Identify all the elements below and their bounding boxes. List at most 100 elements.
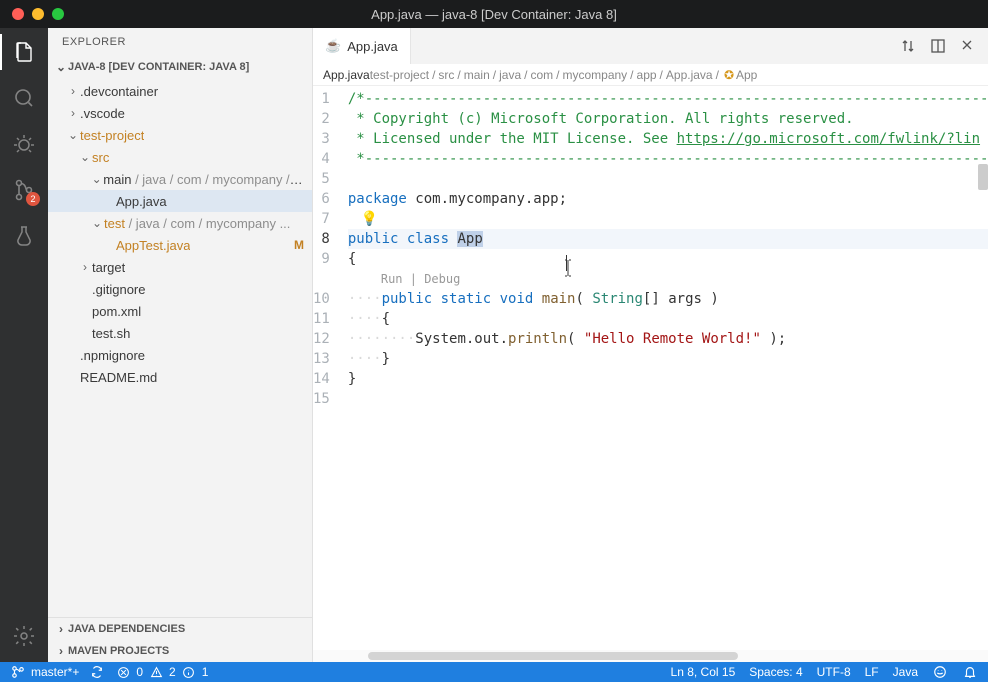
- workspace-name: JAVA-8 [DEV CONTAINER: JAVA 8]: [68, 61, 249, 73]
- tree-item[interactable]: AppTest.javaM: [48, 234, 312, 256]
- lightbulb-icon[interactable]: 💡: [361, 209, 378, 229]
- breadcrumb-item[interactable]: App.java: [323, 68, 370, 82]
- split-editor-icon[interactable]: [930, 38, 946, 54]
- search-activity-icon[interactable]: [10, 84, 38, 112]
- code-line[interactable]: package com.mycompany.app;: [348, 189, 988, 209]
- tree-item[interactable]: ›.devcontainer: [48, 80, 312, 102]
- minimize-window-button[interactable]: [32, 8, 44, 20]
- tab-app-java[interactable]: ☕ App.java: [313, 28, 411, 64]
- horizontal-scrollbar[interactable]: [313, 650, 988, 662]
- error-icon: [115, 664, 131, 680]
- tree-item[interactable]: test.sh: [48, 322, 312, 344]
- eol-status[interactable]: LF: [865, 665, 879, 679]
- editor-tabs: ☕ App.java: [313, 28, 988, 64]
- window-title: App.java — java-8 [Dev Container: Java 8…: [0, 7, 988, 22]
- breadcrumb-item[interactable]: mycompany: [562, 68, 627, 82]
- section-label: MAVEN PROJECTS: [68, 645, 169, 657]
- breadcrumb-item[interactable]: app: [637, 68, 657, 82]
- notifications-icon[interactable]: [962, 664, 978, 680]
- status-bar: master*+ 0 2 1 Ln 8, Col 15 Spaces: 4 UT…: [0, 662, 988, 682]
- scrollbar-thumb[interactable]: [978, 164, 988, 190]
- tree-item[interactable]: .gitignore: [48, 278, 312, 300]
- breadcrumb-item[interactable]: test-project: [370, 68, 429, 82]
- code-line[interactable]: ····}: [348, 349, 988, 369]
- sync-status[interactable]: [89, 664, 105, 680]
- code-editor[interactable]: 123456789 101112131415 /*---------------…: [313, 86, 988, 650]
- tree-item-label: .npmignore: [80, 348, 145, 363]
- code-line[interactable]: {: [348, 249, 988, 269]
- breadcrumb-item[interactable]: src: [438, 68, 454, 82]
- tree-item-label: target: [92, 260, 125, 275]
- close-editor-icon[interactable]: [960, 38, 974, 54]
- code-line[interactable]: ····public static void main( String[] ar…: [348, 289, 988, 309]
- sidebar-workspace-header[interactable]: ⌄ JAVA-8 [DEV CONTAINER: JAVA 8]: [48, 56, 312, 78]
- code-line[interactable]: [348, 169, 988, 189]
- explorer-activity-icon[interactable]: [10, 38, 38, 66]
- tree-item[interactable]: ⌄src: [48, 146, 312, 168]
- compare-changes-icon[interactable]: [900, 38, 916, 54]
- tree-item[interactable]: ›target: [48, 256, 312, 278]
- code-line[interactable]: *---------------------------------------…: [348, 149, 988, 169]
- chevron-right-icon: ›: [78, 260, 92, 274]
- problems-status[interactable]: 0 2 1: [115, 664, 208, 680]
- code-body[interactable]: /*--------------------------------------…: [348, 86, 988, 650]
- chevron-down-icon: ⌄: [78, 150, 92, 164]
- sync-icon: [89, 664, 105, 680]
- git-branch-status[interactable]: master*+: [10, 664, 79, 680]
- tree-item[interactable]: App.java: [48, 190, 312, 212]
- code-line[interactable]: * Licensed under the MIT License. See ht…: [348, 129, 988, 149]
- branch-icon: [10, 664, 26, 680]
- error-count: 0: [136, 665, 143, 679]
- code-line[interactable]: ····{: [348, 309, 988, 329]
- warning-count: 2: [169, 665, 176, 679]
- chevron-down-icon: ⌄: [90, 216, 104, 230]
- code-line[interactable]: ········System.out.println( "Hello Remot…: [348, 329, 988, 349]
- branch-name: master*+: [31, 665, 79, 679]
- cursor-position[interactable]: Ln 8, Col 15: [671, 665, 736, 679]
- indentation-status[interactable]: Spaces: 4: [749, 665, 802, 679]
- vertical-scrollbar[interactable]: [974, 86, 988, 650]
- chevron-down-icon: ⌄: [54, 60, 68, 74]
- breadcrumb-item[interactable]: java: [499, 68, 521, 82]
- language-mode[interactable]: Java: [893, 665, 918, 679]
- info-icon: [181, 664, 197, 680]
- breadcrumb-item[interactable]: App.java: [666, 68, 713, 82]
- tree-item[interactable]: ›.vscode: [48, 102, 312, 124]
- encoding-status[interactable]: UTF-8: [817, 665, 851, 679]
- settings-gear-icon[interactable]: [10, 622, 38, 650]
- codelens-run-debug[interactable]: Run | Debug: [348, 269, 988, 289]
- tree-item[interactable]: pom.xml: [48, 300, 312, 322]
- breadcrumb[interactable]: App.java test-project/src/main/java/com/…: [313, 64, 988, 86]
- breadcrumb-item[interactable]: com: [530, 68, 553, 82]
- code-line[interactable]: 💡: [348, 209, 988, 229]
- maximize-window-button[interactable]: [52, 8, 64, 20]
- java-dependencies-section[interactable]: › JAVA DEPENDENCIES: [48, 618, 312, 640]
- tree-item[interactable]: ⌄test / java / com / mycompany ...: [48, 212, 312, 234]
- tree-item-label: App.java: [116, 194, 167, 209]
- tree-item[interactable]: ⌄test-project: [48, 124, 312, 146]
- breadcrumb-symbol[interactable]: App: [736, 68, 757, 82]
- debug-activity-icon[interactable]: [10, 130, 38, 158]
- close-window-button[interactable]: [12, 8, 24, 20]
- tree-item[interactable]: .npmignore: [48, 344, 312, 366]
- chevron-right-icon: ›: [66, 106, 80, 120]
- tree-item[interactable]: ⌄main / java / com / mycompany / app: [48, 168, 312, 190]
- tree-item[interactable]: README.md: [48, 366, 312, 388]
- source-control-badge: 2: [26, 192, 40, 206]
- code-line[interactable]: /*--------------------------------------…: [348, 89, 988, 109]
- maven-projects-section[interactable]: › MAVEN PROJECTS: [48, 640, 312, 662]
- gutter-line-numbers: 123456789 101112131415: [313, 86, 348, 650]
- code-line[interactable]: [348, 389, 988, 409]
- chevron-down-icon: ⌄: [66, 128, 80, 142]
- window-controls: [0, 8, 64, 20]
- feedback-icon[interactable]: [932, 664, 948, 680]
- code-line[interactable]: public class App: [348, 229, 988, 249]
- tree-item-label: README.md: [80, 370, 157, 385]
- scrollbar-thumb[interactable]: [368, 652, 738, 660]
- testing-activity-icon[interactable]: [10, 222, 38, 250]
- code-line[interactable]: }: [348, 369, 988, 389]
- source-control-activity-icon[interactable]: 2: [10, 176, 38, 204]
- code-line[interactable]: * Copyright (c) Microsoft Corporation. A…: [348, 109, 988, 129]
- breadcrumb-item[interactable]: main: [464, 68, 490, 82]
- tree-item-label: AppTest.java: [116, 238, 190, 253]
